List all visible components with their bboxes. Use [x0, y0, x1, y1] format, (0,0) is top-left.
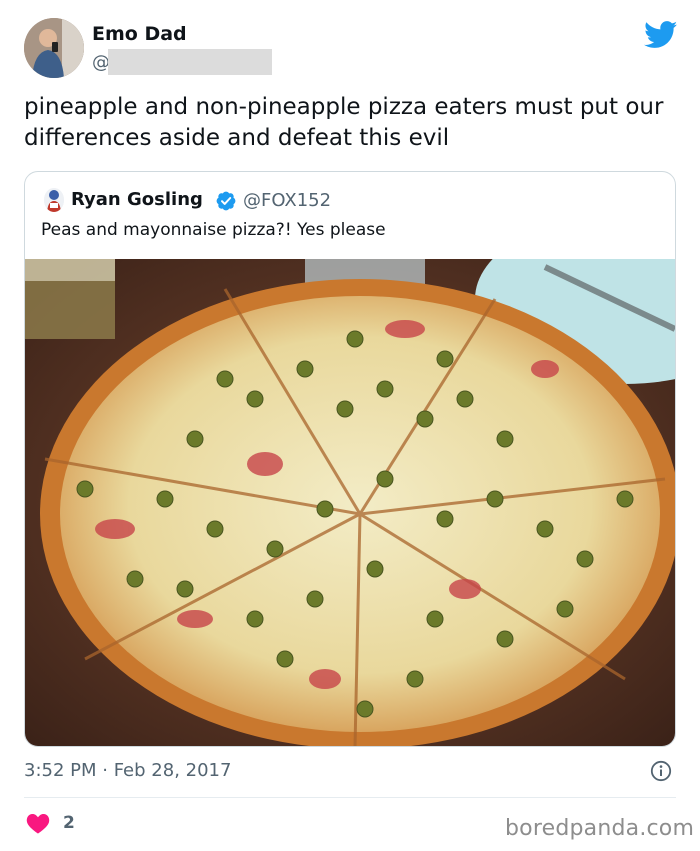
twitter-bird-icon	[644, 21, 678, 48]
verified-badge-icon	[216, 191, 236, 211]
quoted-display-name[interactable]: Ryan Gosling	[71, 189, 203, 210]
watermark: boredpanda.com	[505, 816, 695, 841]
footer-divider	[24, 797, 676, 798]
like-count: 2	[63, 813, 75, 833]
info-icon[interactable]	[650, 760, 672, 782]
author-display-name[interactable]: Emo Dad	[92, 23, 187, 45]
quoted-tweet-text: Peas and mayonnaise pizza?! Yes please	[41, 220, 386, 240]
quoted-handle[interactable]: @FOX152	[243, 190, 331, 211]
quoted-avatar-image	[44, 188, 64, 212]
pizza-photo[interactable]	[25, 259, 675, 747]
tweet-timestamp[interactable]: 3:52 PM · Feb 28, 2017	[24, 760, 231, 781]
avatar-photo	[24, 18, 84, 78]
tweet-text: pineapple and non-pineapple pizza eaters…	[24, 94, 664, 151]
heart-icon[interactable]	[26, 812, 50, 834]
author-avatar[interactable]	[24, 18, 84, 78]
quoted-tweet-card[interactable]: Ryan Gosling @FOX152 Peas and mayonnaise…	[24, 171, 676, 747]
redacted-handle	[108, 49, 272, 75]
quoted-author-avatar[interactable]	[44, 188, 64, 212]
